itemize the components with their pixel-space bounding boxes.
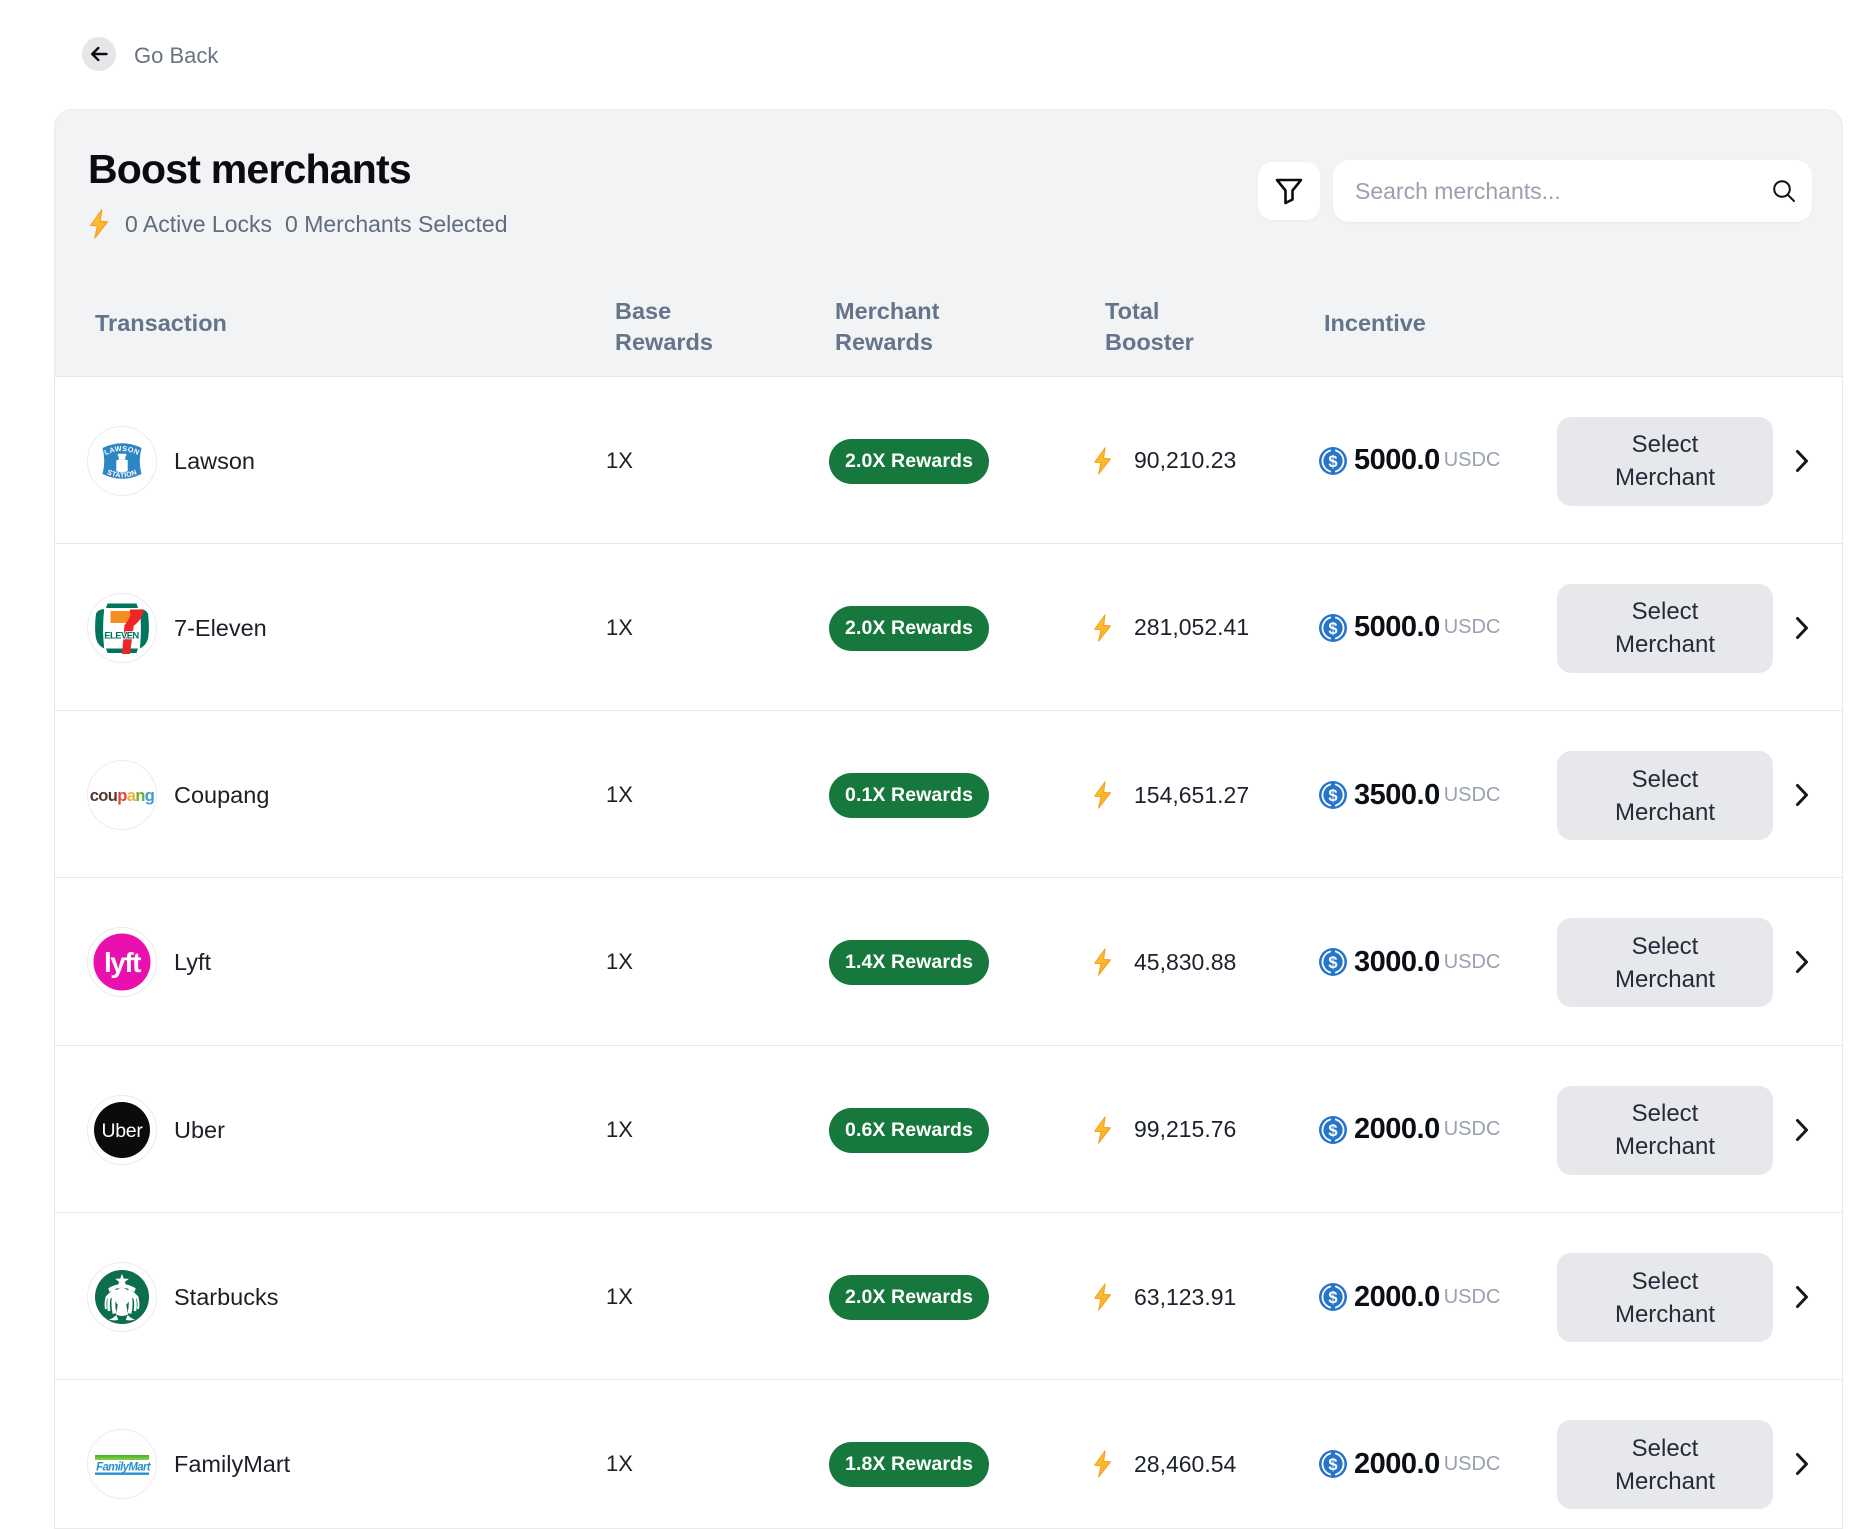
svg-text:$: $ bbox=[1328, 1122, 1337, 1140]
svg-text:Uber: Uber bbox=[101, 1120, 143, 1142]
svg-text:$: $ bbox=[1328, 954, 1337, 972]
svg-text:$: $ bbox=[1328, 787, 1337, 805]
svg-text:lyft: lyft bbox=[104, 947, 141, 978]
svg-text:ELEVEN: ELEVEN bbox=[104, 630, 139, 641]
svg-text:$: $ bbox=[1328, 453, 1337, 471]
svg-text:$: $ bbox=[1328, 1289, 1337, 1307]
svg-text:$: $ bbox=[1328, 1456, 1337, 1474]
svg-text:FamilyMart: FamilyMart bbox=[96, 1462, 152, 1474]
svg-text:coupang: coupang bbox=[90, 787, 155, 805]
svg-text:$: $ bbox=[1328, 620, 1337, 638]
